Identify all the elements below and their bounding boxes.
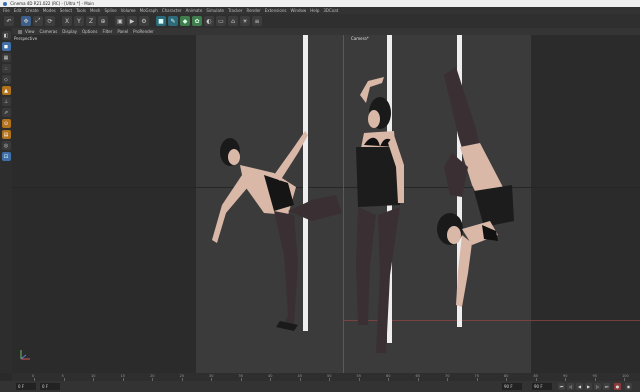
viewport-menu-display[interactable]: Display: [62, 29, 77, 34]
render-view-icon[interactable]: ▣: [115, 16, 125, 26]
menu-tools[interactable]: Tools: [76, 8, 86, 13]
menu-edit[interactable]: Edit: [14, 8, 22, 13]
tweak-icon[interactable]: ⇗: [1, 108, 11, 117]
menu-simulate[interactable]: Simulate: [206, 8, 224, 13]
current-frame-field[interactable]: 0 F: [40, 383, 60, 390]
menu-mograph[interactable]: MoGraph: [140, 8, 158, 13]
viewport-menu-view[interactable]: View: [25, 29, 35, 34]
next-key-icon[interactable]: ⏭: [603, 383, 610, 390]
app-logo-icon: [3, 2, 7, 6]
menu-character[interactable]: Character: [162, 8, 182, 13]
end-frame-field[interactable]: 90 F: [502, 383, 522, 390]
render-settings-icon[interactable]: ⚙: [139, 16, 149, 26]
transport-bar: 0 F 0 F 90 F 90 F ⏮ ◁ ◀ ▶ ▷ ⏭ ● ◉: [0, 381, 640, 392]
texture-mode-icon[interactable]: ▦: [1, 53, 11, 62]
render-icon[interactable]: ▶: [127, 16, 137, 26]
rotate-icon[interactable]: ⟳: [45, 16, 55, 26]
figure-right: [437, 67, 514, 307]
pole-left: [303, 35, 308, 331]
menu-volume[interactable]: Volume: [121, 8, 136, 13]
viewport-menu-options[interactable]: Options: [82, 29, 97, 34]
title-bar: Cinema 4D R21.022 (RC) - [Ultra *] - Mai…: [0, 0, 640, 7]
scale-icon[interactable]: ⤢: [33, 16, 43, 26]
points-mode-icon[interactable]: ∴: [1, 64, 11, 73]
y-axis-icon[interactable]: Y: [74, 16, 84, 26]
x-axis-icon[interactable]: X: [62, 16, 72, 26]
max-frame-field[interactable]: 90 F: [532, 383, 552, 390]
viewport-name: Perspective: [14, 36, 38, 41]
timeline-ruler[interactable]: 0 5 10 15 20 25 30 35 40 45 50 55 60 65 70 75 80 85 90 95 10…: [12, 373, 640, 381]
polygons-mode-icon[interactable]: ▲: [1, 86, 11, 95]
autokey-icon[interactable]: ◉: [625, 383, 632, 390]
start-frame-field[interactable]: 0 F: [16, 383, 36, 390]
menu-animate[interactable]: Animate: [186, 8, 203, 13]
pen-icon[interactable]: ✎: [168, 16, 178, 26]
window-title: Cinema 4D R21.022 (RC) - [Ultra *] - Mai…: [10, 1, 94, 6]
axis-gizmo-icon: [20, 350, 30, 360]
viewport-menu-panel[interactable]: Panel: [117, 29, 128, 34]
menu-spline[interactable]: Spline: [104, 8, 116, 13]
menu-3dcoat[interactable]: 3DCoat: [323, 8, 338, 13]
menu-bar: File Edit Create Modes Select Tools Mesh…: [0, 7, 640, 14]
edges-mode-icon[interactable]: ◇: [1, 75, 11, 84]
cube-icon[interactable]: ■: [156, 16, 166, 26]
viewport-view-icon: [18, 29, 22, 34]
undo-icon[interactable]: ↶: [4, 16, 14, 26]
lock-icon[interactable]: ⊡: [1, 152, 11, 161]
layer-icon[interactable]: ≡: [252, 16, 262, 26]
floor-icon[interactable]: ▭: [216, 16, 226, 26]
scene-render: [212, 35, 514, 353]
menu-create[interactable]: Create: [25, 8, 38, 13]
viewport-menu-filter[interactable]: Filter: [102, 29, 112, 34]
array-icon[interactable]: ✿: [192, 16, 202, 26]
menu-help[interactable]: Help: [310, 8, 319, 13]
workplane-icon[interactable]: ▤: [1, 130, 11, 139]
move-icon[interactable]: ✥: [21, 16, 31, 26]
coordinate-icon[interactable]: ⊕: [98, 16, 108, 26]
next-frame-icon[interactable]: ▷: [594, 383, 601, 390]
model-mode-icon[interactable]: ◼: [1, 42, 11, 51]
menu-extensions[interactable]: Extensions: [265, 8, 287, 13]
prev-key-icon[interactable]: ◁: [567, 383, 574, 390]
prev-frame-icon[interactable]: ◀: [576, 383, 583, 390]
record-icon[interactable]: ●: [614, 383, 621, 390]
active-camera-label: Camera*: [351, 36, 369, 41]
z-axis-icon[interactable]: Z: [86, 16, 96, 26]
viewport-menu-prorender[interactable]: ProRender: [133, 29, 154, 34]
left-toolbar: ◧ ◼ ▦ ∴ ◇ ▲ ⊥ ⇗ ⊙ ▤ ◎ ⊡: [0, 28, 12, 373]
axis-mode-icon[interactable]: ⊥: [1, 97, 11, 106]
viewport-menu-cameras[interactable]: Cameras: [40, 29, 58, 34]
subdivision-icon[interactable]: ◆: [180, 16, 190, 26]
menu-tracker[interactable]: Tracker: [228, 8, 242, 13]
perspective-viewport[interactable]: Perspective Camera*: [12, 35, 640, 373]
main-toolbar: ↶ ✥ ⤢ ⟳ X Y Z ⊕ ▣ ▶ ⚙ ■ ✎ ◆ ✿ ◐ ▭ ⌂ ☀ ≡: [0, 14, 640, 28]
menu-mesh[interactable]: Mesh: [90, 8, 101, 13]
timeline-tick-label: 100: [622, 374, 629, 378]
menu-window[interactable]: Window: [290, 8, 306, 13]
menu-modes[interactable]: Modes: [43, 8, 56, 13]
viewport-menu-bar: View Cameras Display Options Filter Pane…: [12, 28, 640, 35]
snap-icon[interactable]: ⊙: [1, 119, 11, 128]
make-editable-icon[interactable]: ◧: [1, 31, 11, 40]
camera-icon[interactable]: ⌂: [228, 16, 238, 26]
play-icon[interactable]: ▶: [585, 383, 592, 390]
deformer-icon[interactable]: ◐: [204, 16, 214, 26]
menu-render[interactable]: Render: [246, 8, 260, 13]
menu-select[interactable]: Select: [60, 8, 72, 13]
menu-file[interactable]: File: [3, 8, 10, 13]
go-to-start-icon[interactable]: ⏮: [558, 383, 565, 390]
figure-left: [212, 131, 342, 331]
figure-center: [356, 77, 404, 353]
cinema4d-window: Cinema 4D R21.022 (RC) - [Ultra *] - Mai…: [0, 0, 640, 392]
light-icon[interactable]: ☀: [240, 16, 250, 26]
solo-icon[interactable]: ◎: [1, 141, 11, 150]
